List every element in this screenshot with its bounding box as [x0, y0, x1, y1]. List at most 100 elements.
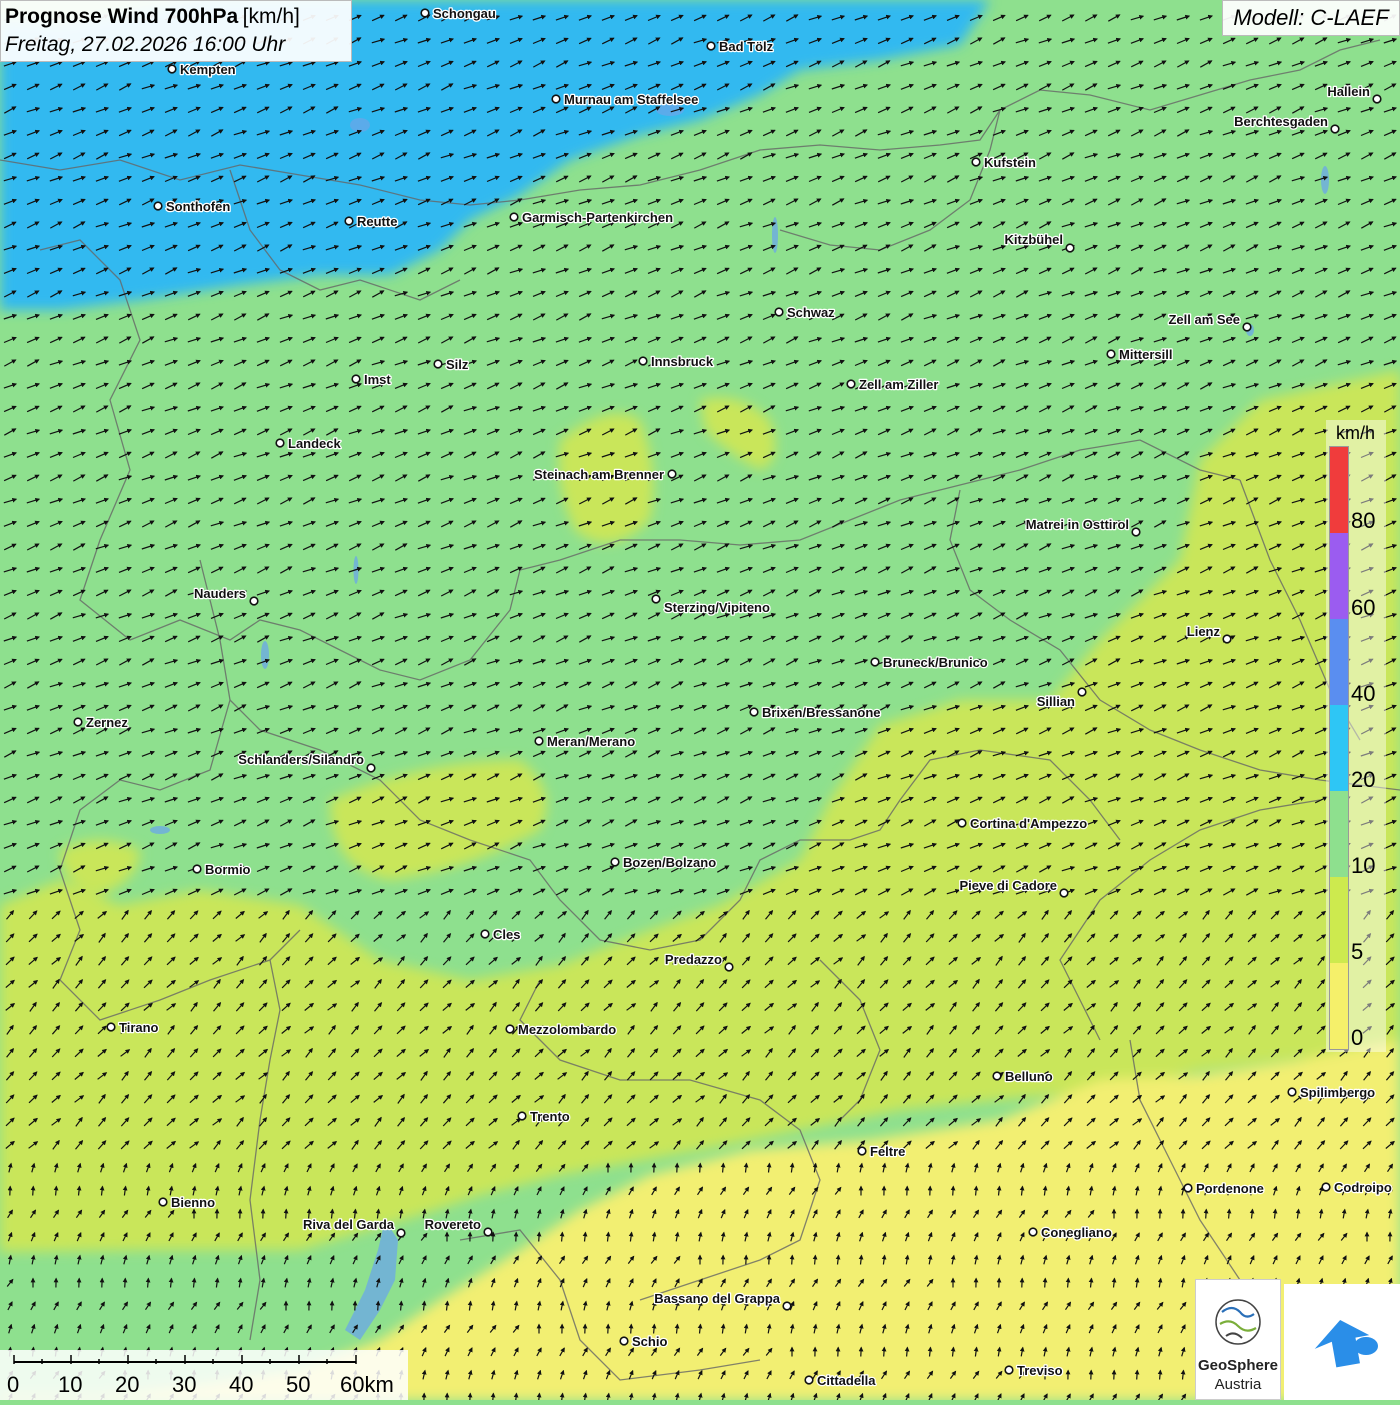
city-label: Kempten [180, 62, 236, 77]
wind-arrow [1045, 1279, 1046, 1288]
city-dot [168, 65, 176, 73]
map-title: Prognose Wind 700hPa [5, 5, 238, 28]
scale-label-10: 10 [58, 1372, 82, 1398]
city-marker[interactable]: Steinach am Brenner [534, 467, 676, 482]
city-dot [1184, 1184, 1192, 1192]
city-label: Cles [493, 927, 520, 942]
city-marker[interactable]: Brixen/Bressanone [750, 705, 880, 720]
city-label: Riva del Garda [303, 1217, 395, 1232]
geosphere-logo[interactable]: GeoSphere Austria [1195, 1279, 1281, 1400]
map-title-box: Prognose Wind 700hPa [km/h] Freitag, 27.… [0, 0, 352, 62]
wind-arrow [378, 1302, 379, 1311]
city-dot [620, 1337, 628, 1345]
legend-segment-0 [1330, 963, 1348, 1049]
legend-segment-5 [1330, 877, 1348, 963]
legend-segment-60 [1330, 533, 1348, 619]
city-dot [972, 158, 980, 166]
city-dot [1029, 1228, 1037, 1236]
scale-bar: 0 10 20 30 40 50 60km [0, 1350, 408, 1400]
city-marker[interactable]: Schongau [421, 6, 496, 21]
wind-arrow [792, 1256, 793, 1265]
city-label: Mittersill [1119, 347, 1172, 362]
city-label: Mezzolombardo [518, 1022, 616, 1037]
city-dot [1322, 1183, 1330, 1191]
city-marker[interactable]: Bruneck/Brunico [871, 655, 988, 670]
city-dot [481, 930, 489, 938]
city-dot [871, 658, 879, 666]
city-label: Schwaz [787, 305, 835, 320]
legend-unit: km/h [1336, 423, 1375, 444]
city-dot [1066, 244, 1074, 252]
city-label: Garmisch-Partenkirchen [522, 210, 673, 225]
wind-arrow [654, 1325, 655, 1334]
city-dot [434, 360, 442, 368]
city-dot [1132, 528, 1140, 536]
model-label: Modell: C-LAEF [1222, 0, 1400, 36]
city-marker[interactable]: Meran/Merano [535, 734, 635, 749]
scale-label-20: 20 [115, 1372, 139, 1398]
city-label: Tirano [119, 1020, 159, 1035]
city-label: Bormio [205, 862, 251, 877]
city-marker[interactable]: Bozen/Bolzano [611, 855, 716, 870]
city-marker[interactable]: Mezzolombardo [506, 1022, 616, 1037]
wind-arrow [148, 1279, 149, 1288]
city-label: Brixen/Bressanone [762, 705, 881, 720]
wind-arrow [286, 1210, 287, 1219]
city-dot [750, 708, 758, 716]
wind-forecast-map: Schongau Bad Tölz Kempten Murnau am Staffel… [0, 0, 1400, 1400]
city-label: Silz [446, 357, 469, 372]
scale-label-60km: 60km [340, 1372, 394, 1398]
city-marker[interactable]: Garmisch-Partenkirchen [510, 210, 673, 225]
wind-arrow [33, 1187, 34, 1196]
wind-arrow [815, 1256, 816, 1265]
city-label: Predazzo [665, 952, 722, 967]
city-label: Nauders [194, 586, 246, 601]
city-marker[interactable]: Spilimbergo [1288, 1085, 1375, 1100]
legend-label-0: 0 [1351, 1025, 1363, 1051]
city-label: Conegliano [1041, 1225, 1112, 1240]
legend-colorbar [1329, 446, 1349, 1050]
city-label: Innsbruck [651, 354, 714, 369]
city-label: Bozen/Bolzano [623, 855, 716, 870]
city-marker[interactable]: Conegliano [1029, 1225, 1112, 1240]
wind-arrow [470, 1394, 471, 1401]
city-dot [552, 95, 560, 103]
city-marker[interactable]: Zell am Ziller [847, 377, 938, 392]
city-label: Spilimbergo [1300, 1085, 1375, 1100]
city-dot [367, 764, 375, 772]
city-dot [858, 1147, 866, 1155]
city-dot [775, 308, 783, 316]
city-label: Bad Tölz [719, 39, 774, 54]
city-label: Murnau am Staffelsee [564, 92, 698, 107]
app-logo[interactable] [1284, 1284, 1400, 1400]
city-dot [1243, 323, 1251, 331]
city-marker[interactable]: Innsbruck [639, 354, 714, 369]
city-dot [397, 1229, 405, 1237]
wind-arrow [562, 1233, 563, 1242]
city-label: Berchtesgaden [1234, 114, 1328, 129]
city-marker[interactable]: Sonthofen [154, 199, 230, 214]
geosphere-logo-icon [1196, 1282, 1280, 1362]
city-label: Schongau [433, 6, 496, 21]
city-dot [805, 1376, 813, 1384]
forecast-datetime: Freitag, 27.02.2026 16:00 Uhr [5, 32, 347, 58]
wind-arrow [493, 1394, 494, 1401]
wind-arrow [1160, 1371, 1161, 1380]
city-dot [639, 357, 647, 365]
wind-arrow [1229, 1210, 1230, 1219]
city-label: Reutte [357, 214, 397, 229]
city-label: Steinach am Brenner [534, 467, 664, 482]
city-dot [707, 42, 715, 50]
city-marker[interactable]: Cortina d'Ampezzo [958, 816, 1087, 831]
city-dot [506, 1025, 514, 1033]
city-label: Rovereto [425, 1217, 481, 1232]
wind-arrow [1206, 1210, 1207, 1219]
city-marker[interactable]: Pordenone [1184, 1181, 1264, 1196]
city-marker[interactable]: Murnau am Staffelsee [552, 92, 698, 107]
city-dot [1223, 635, 1231, 643]
city-dot [958, 819, 966, 827]
city-label: Sonthofen [166, 199, 230, 214]
city-label: Lienz [1187, 624, 1221, 639]
city-label: Sillian [1037, 694, 1075, 709]
city-dot [668, 470, 676, 478]
